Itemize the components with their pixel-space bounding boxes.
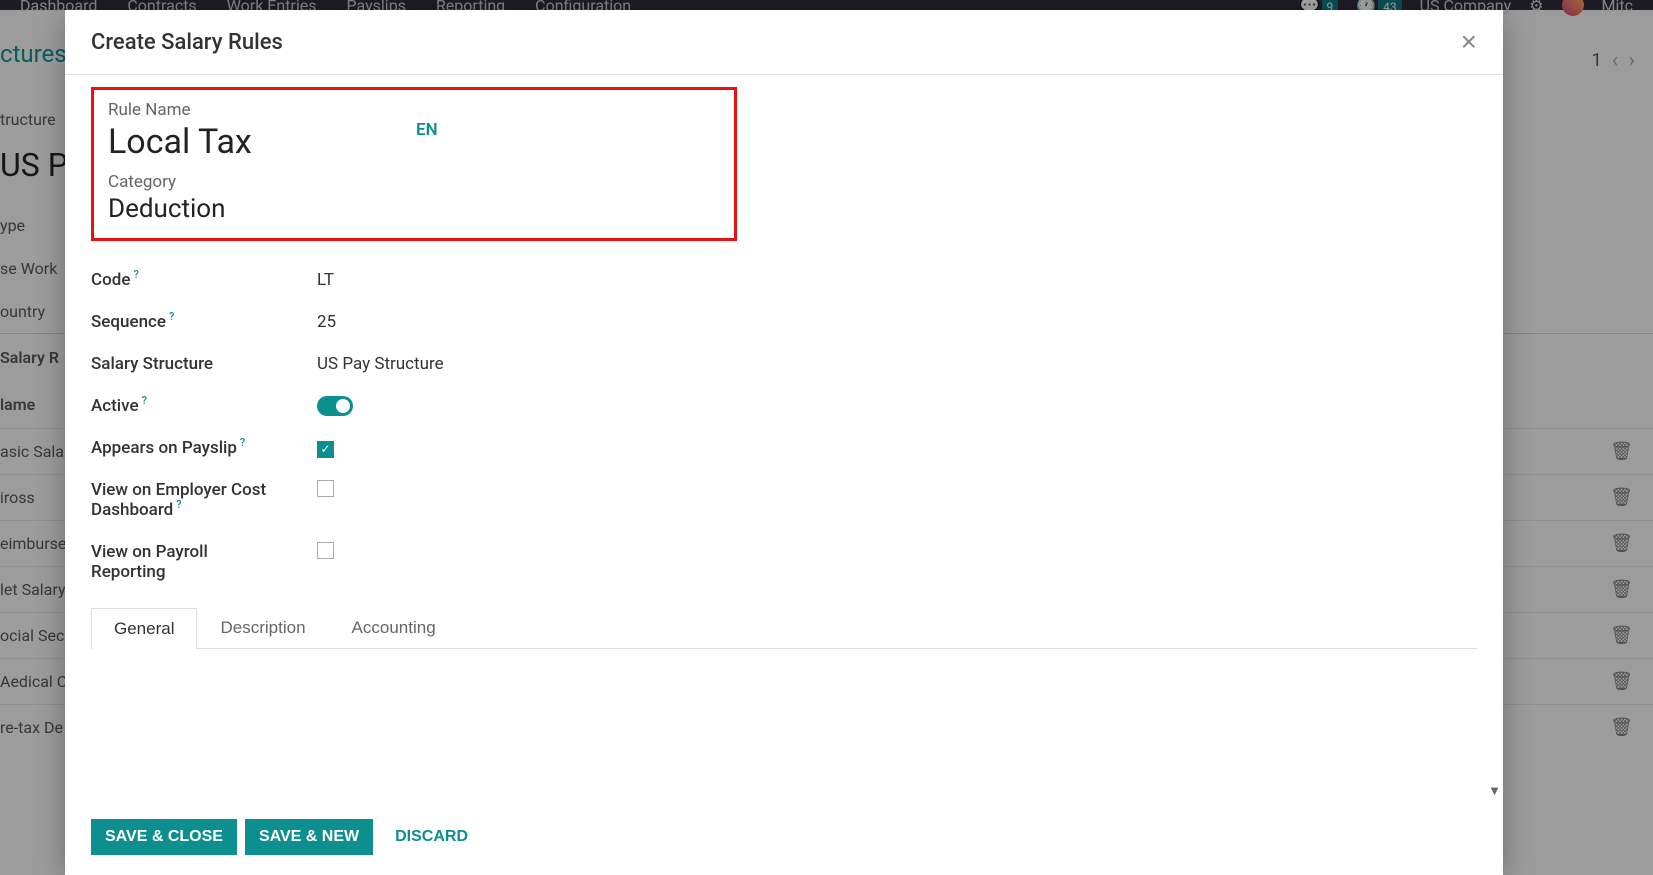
code-input[interactable]: LT (317, 270, 334, 290)
highlight-box: Rule Name Local Tax EN Category Deductio… (91, 87, 737, 241)
employer-cost-label-2: Dashboard (91, 500, 173, 520)
modal-header: Create Salary Rules × (65, 10, 1503, 75)
rule-name-label: Rule Name (108, 100, 720, 120)
modal-footer: SAVE & CLOSE SAVE & NEW DISCARD (65, 803, 1503, 875)
payroll-reporting-label: View on Payroll (91, 542, 208, 562)
employer-cost-checkbox[interactable] (317, 480, 334, 497)
save-close-button[interactable]: SAVE & CLOSE (91, 819, 237, 855)
employer-cost-label: View on Employer Cost (91, 480, 266, 500)
create-salary-rules-modal: Create Salary Rules × Rule Name Local Ta… (65, 10, 1503, 875)
help-icon[interactable]: ? (176, 498, 181, 518)
code-label: Code (91, 270, 130, 290)
help-icon[interactable]: ? (142, 394, 147, 407)
active-label: Active (91, 396, 139, 416)
discard-button[interactable]: DISCARD (381, 819, 482, 855)
payroll-reporting-checkbox[interactable] (317, 542, 334, 559)
help-icon[interactable]: ? (169, 310, 174, 323)
tab-bar: General Description Accounting (91, 607, 1477, 649)
modal-body: Rule Name Local Tax EN Category Deductio… (65, 75, 1503, 803)
scroll-down-icon[interactable]: ▼ (1488, 783, 1501, 799)
category-input[interactable]: Deduction (108, 194, 720, 224)
payroll-reporting-label-2: Reporting (91, 562, 166, 582)
appears-on-payslip-label: Appears on Payslip (91, 438, 237, 458)
help-icon[interactable]: ? (133, 268, 138, 281)
category-label: Category (108, 172, 720, 192)
language-badge[interactable]: EN (416, 120, 438, 140)
salary-structure-label: Salary Structure (91, 354, 213, 374)
active-toggle[interactable] (317, 396, 353, 416)
rule-name-input[interactable]: Local Tax (108, 122, 720, 162)
close-icon[interactable]: × (1461, 28, 1477, 56)
sequence-label: Sequence (91, 312, 166, 332)
sequence-input[interactable]: 25 (317, 312, 336, 332)
tab-description[interactable]: Description (197, 607, 328, 648)
appears-on-payslip-checkbox[interactable]: ✓ (317, 441, 334, 458)
save-new-button[interactable]: SAVE & NEW (245, 819, 373, 855)
tab-general[interactable]: General (91, 608, 197, 649)
salary-structure-input[interactable]: US Pay Structure (317, 354, 444, 374)
help-icon[interactable]: ? (240, 436, 245, 449)
modal-title: Create Salary Rules (91, 30, 283, 55)
tab-accounting[interactable]: Accounting (329, 607, 459, 648)
